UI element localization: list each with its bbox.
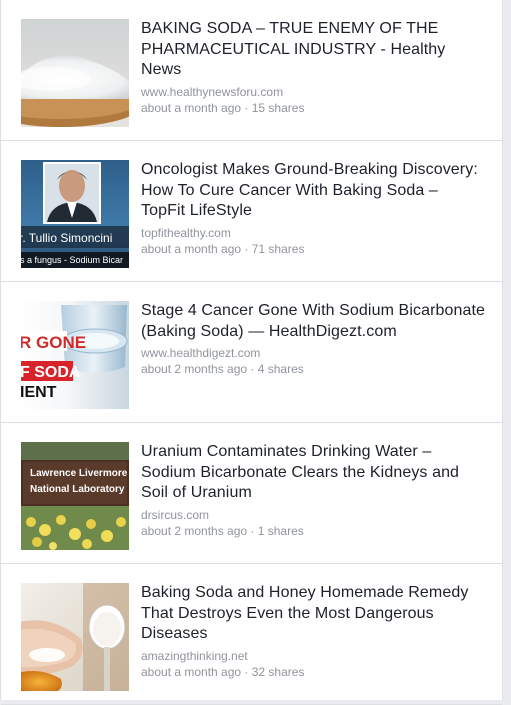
doctor-portrait-icon: r. Tullio Simoncini s a fungus - Sodium … [21,160,129,268]
thumbnail-caption: s a fungus - Sodium Bicar [21,255,123,265]
article-shares[interactable]: 1 shares [258,524,304,538]
article-domain: drsircus.com [141,507,210,522]
list-item[interactable]: R GONE F SODA IENT Stage 4 Cancer Gone W… [1,282,502,423]
article-time[interactable]: about 2 months ago [141,362,247,376]
meta-separator: · [241,241,252,256]
article-domain: amazingthinking.net [141,648,248,663]
article-title[interactable]: Oncologist Makes Ground-Breaking Discove… [141,160,486,222]
meta-separator: · [247,362,258,376]
meta-separator: · [241,664,252,679]
article-shares[interactable]: 32 shares [252,665,305,679]
article-time[interactable]: about a month ago [141,665,241,679]
list-item[interactable]: BAKING SODA – TRUE ENEMY OF THE PHARMACE… [1,0,502,141]
article-thumbnail[interactable]: r. Tullio Simoncini s a fungus - Sodium … [21,160,129,268]
laboratory-sign-icon: Lawrence Livermore National Laboratory [21,442,129,550]
article-domain: www.healthynewsforu.com [141,84,284,99]
article-title[interactable]: Uranium Contaminates Drinking Water – So… [141,442,486,504]
article-thumbnail[interactable] [21,583,129,691]
article-time[interactable]: about a month ago [141,101,241,115]
article-meta: about a month ago · 32 shares [141,664,486,680]
article-meta: about a month ago · 71 shares [141,241,486,257]
article-time[interactable]: about 2 months ago [141,524,247,538]
article-shares[interactable]: 4 shares [258,362,304,376]
thumbnail-caption: R GONE [21,333,86,352]
article-thumbnail[interactable]: Lawrence Livermore National Laboratory [21,442,129,550]
article-title[interactable]: Stage 4 Cancer Gone With Sodium Bicarbon… [141,301,486,342]
related-articles-feed: BAKING SODA – TRUE ENEMY OF THE PHARMACE… [0,0,503,705]
article-domain: topfithealthy.com [141,225,231,240]
article-meta: about 2 months ago · 1 shares [141,523,486,539]
list-item[interactable]: Baking Soda and Honey Homemade Remedy Th… [1,564,502,705]
article-thumbnail[interactable]: R GONE F SODA IENT [21,301,129,409]
article-title[interactable]: Baking Soda and Honey Homemade Remedy Th… [141,583,486,645]
thumbnail-caption: r. Tullio Simoncini [21,231,112,245]
list-item[interactable]: Lawrence Livermore National Laboratory U… [1,423,502,564]
article-shares[interactable]: 15 shares [252,101,305,115]
meta-separator: · [247,523,258,538]
baking-soda-spoon-icon [21,19,129,127]
article-thumbnail[interactable] [21,19,129,127]
article-meta: about a month ago · 15 shares [141,100,486,116]
thumbnail-caption: National Laboratory [30,484,125,495]
thumbnail-caption: IENT [21,384,57,401]
article-meta: about 2 months ago · 4 shares [141,361,486,377]
article-domain: www.healthdigezt.com [141,346,261,360]
thumbnail-caption: F SODA [21,364,81,381]
article-time[interactable]: about a month ago [141,242,241,256]
article-title[interactable]: BAKING SODA – TRUE ENEMY OF THE PHARMACE… [141,19,486,81]
meta-separator: · [241,100,252,115]
thumbnail-caption: Lawrence Livermore [30,468,128,479]
glass-of-water-icon: R GONE F SODA IENT [21,301,129,409]
honey-spoon-icon [21,583,129,691]
article-shares[interactable]: 71 shares [252,242,305,256]
list-item[interactable]: r. Tullio Simoncini s a fungus - Sodium … [1,141,502,282]
